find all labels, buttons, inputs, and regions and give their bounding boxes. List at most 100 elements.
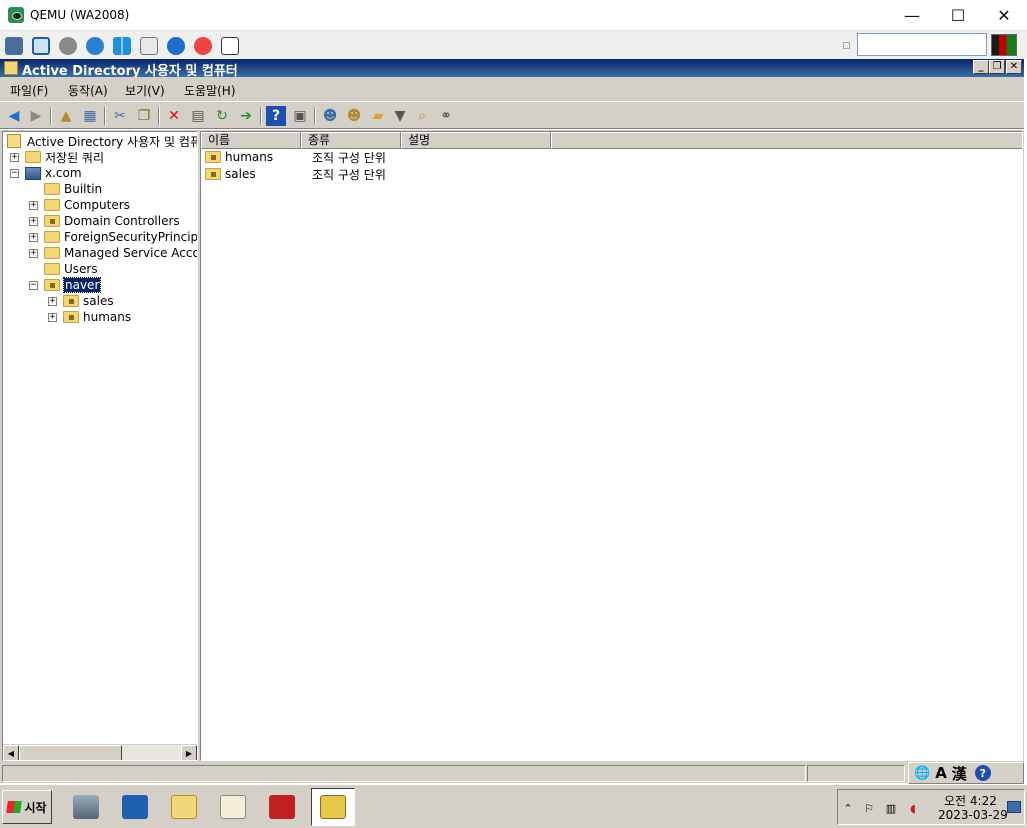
new-ou-icon[interactable]: ▰ — [368, 106, 388, 126]
expand-foreign-security-button[interactable]: + — [29, 233, 38, 242]
taskbar-server-manager[interactable] — [64, 788, 108, 826]
tree-item-foreign-security-principals[interactable]: ForeignSecurityPrincipals — [44, 229, 197, 245]
expand-managed-service-accounts-button[interactable]: + — [29, 249, 38, 258]
export-icon[interactable]: ➔ — [236, 106, 256, 126]
server-manager-icon — [73, 795, 99, 819]
clock-time[interactable]: 오전 4:22 — [944, 792, 997, 809]
up-icon[interactable]: ▲ — [56, 106, 76, 126]
ime-globe-icon[interactable]: 🌐 — [914, 766, 930, 781]
host-search-input[interactable] — [857, 33, 987, 56]
menu-file[interactable]: 파일(F) — [10, 82, 48, 99]
list-cell-type: 조직 구성 단위 — [312, 167, 386, 182]
expand-sales-button[interactable]: + — [48, 297, 57, 306]
folder-icon — [44, 247, 60, 259]
tree-item-managed-service-accounts[interactable]: Managed Service Accounts — [44, 245, 198, 261]
gear-icon[interactable] — [59, 37, 77, 55]
collapse-domain-button[interactable]: − — [10, 169, 19, 178]
mmc-minimize-button[interactable]: _ — [973, 60, 989, 74]
keyboard-layout-icon[interactable] — [991, 34, 1017, 56]
tree-item-label: Computers — [64, 198, 130, 212]
info-icon[interactable] — [167, 37, 185, 55]
forward-icon[interactable]: ▶ — [26, 106, 46, 126]
windows-icon[interactable] — [113, 37, 131, 55]
start-label: 시작 — [24, 800, 47, 815]
refresh-icon[interactable] — [86, 37, 104, 55]
list-row-humans[interactable]: humans 조직 구성 단위 — [205, 149, 386, 165]
terminal-icon[interactable] — [140, 37, 158, 55]
fullscreen-icon[interactable] — [32, 37, 50, 55]
expand-domain-controllers-button[interactable]: + — [29, 217, 38, 226]
tree-item-computers[interactable]: Computers — [44, 197, 130, 213]
taskbar-explorer[interactable] — [162, 788, 206, 826]
cut-icon[interactable]: ✂ — [110, 106, 130, 126]
scrollbar-thumb[interactable] — [19, 745, 122, 760]
chevron-up-icon[interactable]: ⌃ — [841, 801, 855, 815]
toolbar-separator — [158, 107, 160, 125]
start-button[interactable]: 시작 — [2, 790, 52, 824]
find-icon[interactable]: ⌕ — [412, 106, 432, 126]
domain-icon — [25, 166, 41, 180]
tree-item-humans[interactable]: humans — [63, 309, 131, 325]
mmc-restore-button[interactable]: ❐ — [989, 60, 1005, 74]
taskbar-toolbox[interactable] — [260, 788, 304, 826]
ime-hanja-button[interactable]: 漢 — [952, 763, 967, 784]
help-icon[interactable]: ? — [266, 106, 286, 126]
list-cell-name: sales — [225, 167, 256, 181]
ou-folder-icon — [205, 168, 221, 180]
refresh-icon[interactable]: ↻ — [212, 106, 232, 126]
show-hide-tree-icon[interactable]: ▦ — [80, 106, 100, 126]
mmc-close-button[interactable]: ✕ — [1006, 60, 1022, 74]
host-maximize-button[interactable]: ☐ — [935, 0, 981, 31]
tree-item-naver[interactable]: naver — [44, 277, 102, 293]
column-header-description[interactable]: 설명 — [401, 132, 551, 149]
scroll-right-arrow-icon[interactable]: ▶ — [181, 745, 197, 760]
delete-icon[interactable]: ✕ — [164, 106, 184, 126]
properties-icon[interactable]: ▤ — [188, 106, 208, 126]
column-header-type[interactable]: 종류 — [301, 132, 401, 149]
tree-item-users[interactable]: Users — [44, 261, 98, 277]
host-minimize-button[interactable]: — — [889, 0, 935, 31]
menu-view[interactable]: 보기(V) — [125, 82, 165, 99]
menu-action[interactable]: 동작(A) — [68, 82, 108, 99]
expand-computers-button[interactable]: + — [29, 201, 38, 210]
taskbar-ad-users-computers[interactable] — [311, 788, 355, 826]
expand-saved-queries-button[interactable]: + — [10, 153, 19, 162]
tree-horizontal-scrollbar[interactable]: ◀ ▶ — [3, 744, 197, 760]
expand-humans-button[interactable]: + — [48, 313, 57, 322]
volume-muted-icon[interactable]: ◖ — [906, 801, 920, 815]
floppy-icon[interactable] — [221, 37, 239, 55]
network-icon[interactable]: ▥ — [884, 801, 898, 815]
clock-date[interactable]: 2023-03-29 — [938, 808, 1008, 822]
explorer-icon — [171, 795, 197, 819]
collapse-naver-button[interactable]: − — [29, 281, 38, 290]
tree-root[interactable]: Active Directory 사용자 및 컴퓨터 — [7, 133, 197, 149]
menu-help[interactable]: 도움말(H) — [184, 82, 236, 99]
console-icon[interactable]: ▣ — [290, 106, 310, 126]
copy-icon[interactable]: ❐ — [134, 106, 154, 126]
column-header-name[interactable]: 이름 — [201, 132, 301, 149]
ime-mode-button[interactable]: A — [935, 764, 947, 782]
back-icon[interactable]: ◀ — [4, 106, 24, 126]
show-desktop-icon[interactable] — [1007, 801, 1021, 813]
tree-item-label: Managed Service Accounts — [64, 246, 198, 260]
tree-item-domain[interactable]: x.com — [25, 165, 82, 181]
scroll-left-arrow-icon[interactable]: ◀ — [3, 745, 19, 760]
ime-help-icon[interactable]: ? — [974, 765, 991, 781]
taskbar-powershell[interactable] — [113, 788, 157, 826]
new-group-icon[interactable]: ☻ — [344, 106, 364, 126]
list-row-sales[interactable]: sales 조직 구성 단위 — [205, 166, 386, 182]
menu-bar: 파일(F) 동작(A) 보기(V) 도움말(H) — [0, 77, 1024, 101]
ime-language-bar: 🌐 A 漢 ? — [908, 762, 1024, 784]
tree-item-sales[interactable]: sales — [63, 293, 114, 309]
stack-icon[interactable] — [5, 37, 23, 55]
tree-item-domain-controllers[interactable]: Domain Controllers — [44, 213, 180, 229]
new-user-icon[interactable]: ☻ — [320, 106, 340, 126]
taskbar-notepad[interactable] — [211, 788, 255, 826]
action-center-flag-icon[interactable]: ⚐ — [862, 801, 876, 815]
tree-item-builtin[interactable]: Builtin — [44, 181, 102, 197]
add-to-group-icon[interactable]: ⚭ — [436, 106, 456, 126]
tree-item-saved-queries[interactable]: 저장된 쿼리 — [25, 149, 104, 165]
filter-icon[interactable]: ▼ — [390, 106, 410, 126]
stop-icon[interactable] — [194, 37, 212, 55]
host-close-button[interactable]: ✕ — [981, 0, 1027, 31]
